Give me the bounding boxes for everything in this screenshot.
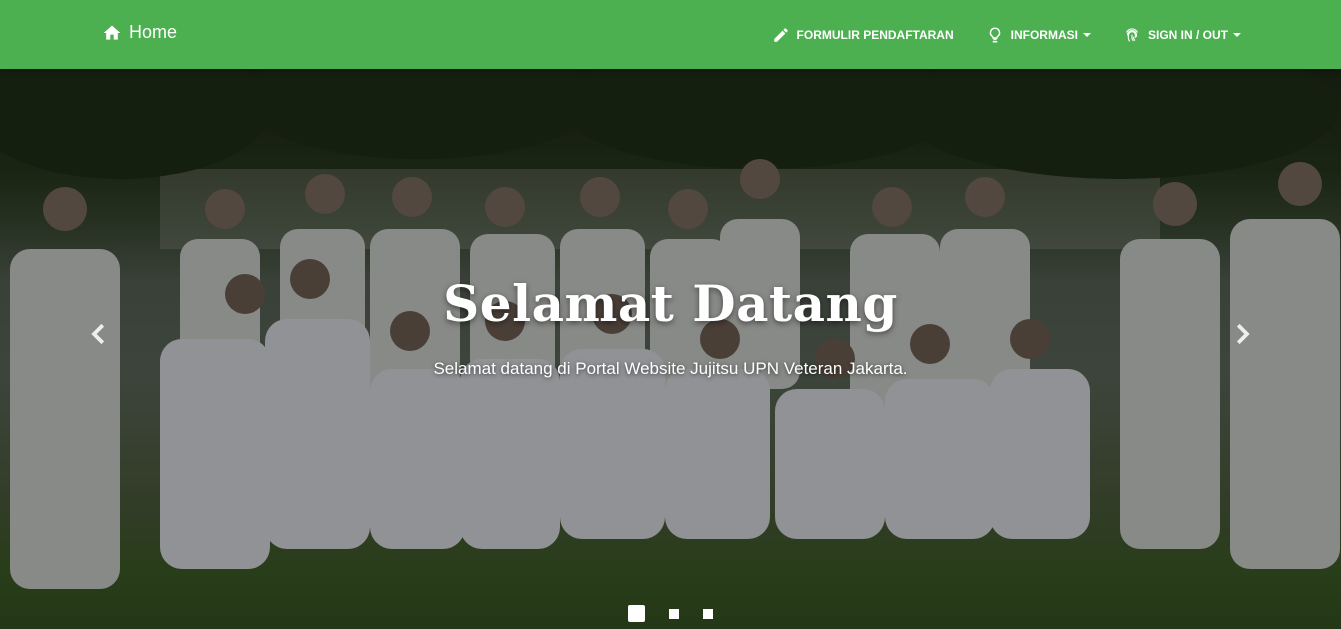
lightbulb-icon (989, 26, 1000, 42)
home-link[interactable]: Home (102, 22, 177, 43)
pencil-icon (773, 27, 788, 42)
nav-item-formulir-pendaftaran[interactable]: FORMULIR PENDAFTARAN (772, 26, 954, 44)
carousel-prev-button[interactable] (84, 319, 114, 349)
hero-carousel: Selamat Datang Selamat datang di Portal … (0, 69, 1341, 629)
carousel-indicator-2[interactable] (669, 608, 679, 619)
caret-down-icon (1082, 32, 1091, 37)
carousel-indicator-1[interactable] (628, 605, 645, 622)
carousel-indicators (0, 605, 1341, 622)
carousel-next-button[interactable] (1227, 319, 1257, 349)
caret-down-icon (1233, 32, 1241, 37)
nav-menu: FORMULIR PENDAFTARAN INFORMASI SIGN IN /… (740, 0, 1241, 69)
hero-title: Selamat Datang (443, 274, 898, 333)
chevron-right-icon (1236, 323, 1250, 345)
hero-caption: Selamat Datang Selamat datang di Portal … (0, 274, 1341, 379)
home-label: Home (129, 22, 178, 42)
carousel-indicator-3[interactable] (703, 608, 713, 619)
nav-item-informasi[interactable]: INFORMASI (986, 26, 1091, 44)
fingerprint-icon (1126, 27, 1138, 42)
chevron-left-icon (91, 323, 105, 345)
home-icon (103, 25, 121, 40)
top-navbar: Home FORMULIR PENDAFTARAN INFORMASI SIGN… (0, 0, 1341, 69)
nav-item-label: SIGN IN / OUT (1147, 27, 1228, 42)
nav-item-label: INFORMASI (1010, 27, 1078, 42)
nav-item-sign-in-out[interactable]: SIGN IN / OUT (1123, 26, 1241, 44)
hero-subtitle: Selamat datang di Portal Website Jujitsu… (433, 359, 908, 378)
nav-item-label: FORMULIR PENDAFTARAN (796, 27, 954, 42)
